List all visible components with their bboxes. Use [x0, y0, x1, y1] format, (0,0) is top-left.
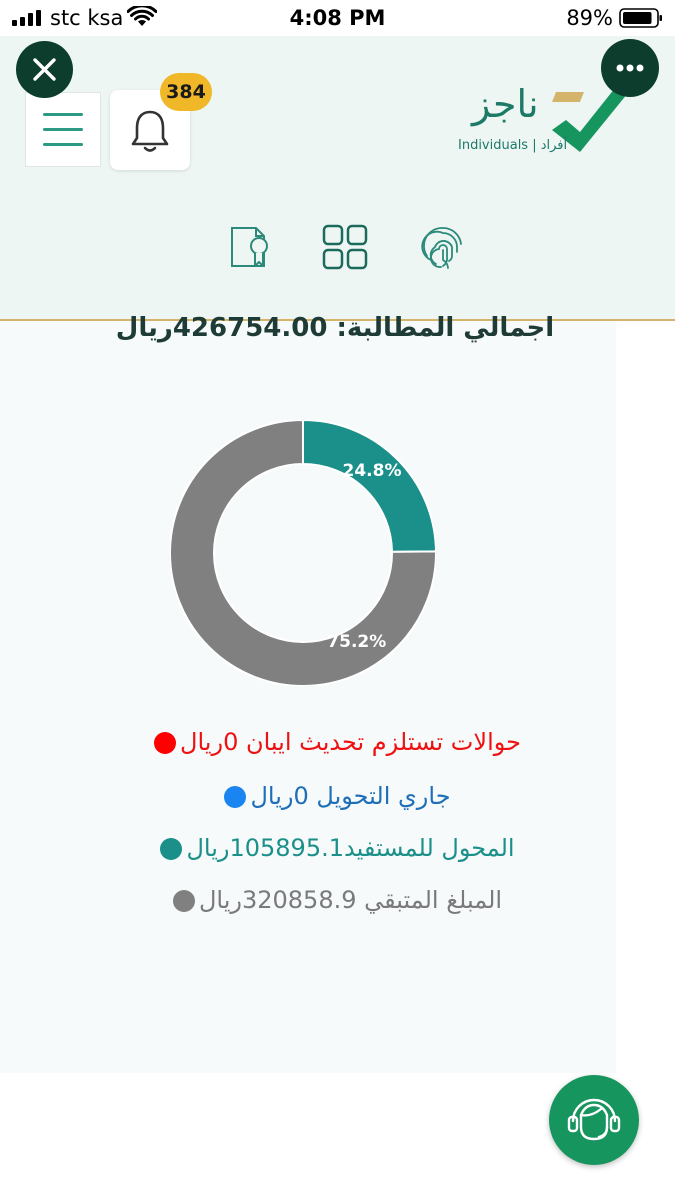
- legend-dot: [172, 890, 195, 912]
- legend-dot: [224, 786, 247, 808]
- donut-slice: [302, 420, 436, 553]
- logo-subtitle: Individuals | أفراد: [458, 138, 568, 153]
- legend-transferred: المحول للمستفيد105895.1ريال: [0, 834, 675, 862]
- battery-icon: [619, 8, 662, 28]
- legend-label: المبلغ المتبقي 320858.9ريال: [198, 886, 503, 914]
- legend-in-transfer: جاري التحويل 0ريال: [0, 782, 675, 810]
- close-icon: [33, 58, 56, 81]
- fingerprint-icon[interactable]: [418, 222, 468, 272]
- close-button[interactable]: [16, 41, 73, 98]
- legend-label: حوالات تستلزم تحديث ايبان 0ريال: [180, 728, 521, 756]
- donut-percent-label: 24.8%: [343, 461, 402, 481]
- legend-remaining: المبلغ المتبقي 320858.9ريال: [0, 886, 675, 914]
- support-agent-icon: [567, 1098, 621, 1141]
- legend-dot: [160, 838, 183, 860]
- legend-label: جاري التحويل 0ريال: [250, 782, 451, 810]
- battery-percent: 89%: [566, 6, 613, 30]
- legend-iban-update: حوالات تستلزم تحديث ايبان 0ريال: [0, 728, 675, 756]
- menu-icon: [43, 113, 83, 146]
- grid-icon[interactable]: [320, 222, 370, 272]
- more-icon: [616, 64, 644, 72]
- certificate-icon[interactable]: [226, 222, 276, 272]
- notification-count-badge: 384: [160, 73, 212, 111]
- donut-percent-label: 75.2%: [327, 632, 386, 652]
- logo-text: ناجز: [472, 82, 539, 126]
- total-claim-amount: اجمالي المطالبة: 426754.00ريال: [115, 313, 555, 343]
- app-header: [0, 36, 675, 319]
- status-bar: stc ksa 4:08 PM 89%: [0, 0, 675, 36]
- legend-dot: [154, 732, 177, 754]
- support-chat-button[interactable]: [549, 1075, 639, 1165]
- menu-button[interactable]: [25, 92, 101, 167]
- legend-label: المحول للمستفيد105895.1ريال: [186, 834, 515, 862]
- payments-donut-chart: 24.8% 75.2%: [170, 420, 436, 686]
- more-options-button[interactable]: [601, 39, 659, 97]
